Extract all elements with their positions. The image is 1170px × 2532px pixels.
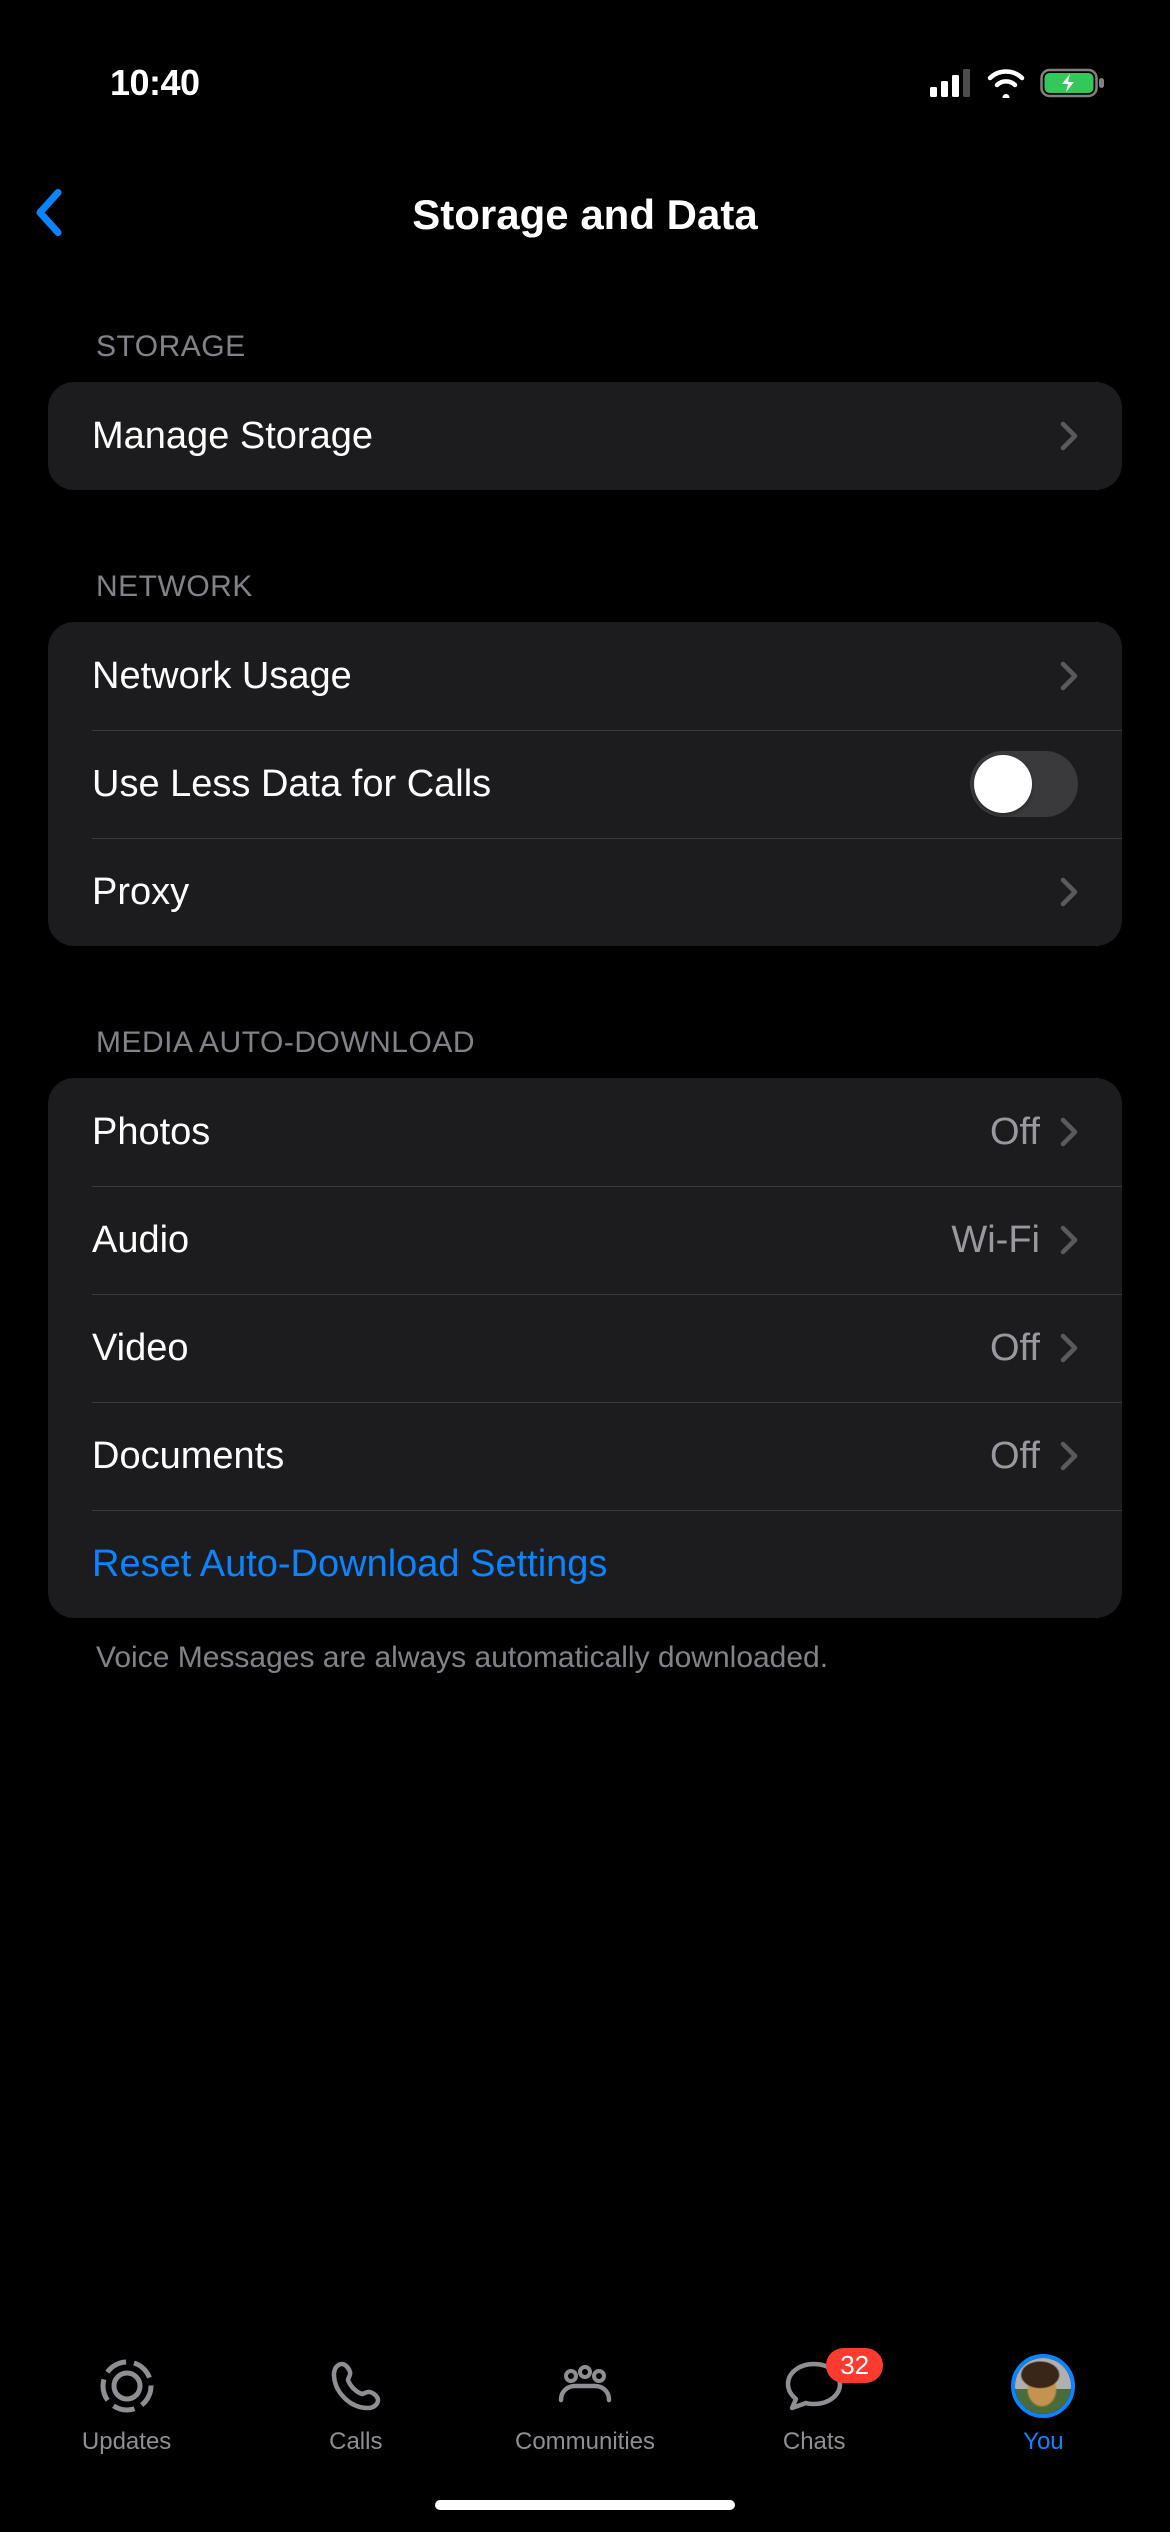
tab-chats[interactable]: 32 Chats <box>700 2354 929 2456</box>
cell-network-usage[interactable]: Network Usage <box>48 622 1122 730</box>
cell-label: Network Usage <box>92 655 1060 698</box>
battery-charging-icon <box>1040 67 1106 99</box>
back-button[interactable] <box>24 179 74 252</box>
tab-updates[interactable]: Updates <box>12 2354 241 2456</box>
cell-label: Photos <box>92 1111 990 1154</box>
group-media: Photos Off Audio Wi-Fi Video Off Documen… <box>48 1078 1122 1618</box>
cell-label: Video <box>92 1327 990 1370</box>
cellular-icon <box>930 69 972 97</box>
cell-label: Reset Auto-Download Settings <box>92 1543 1078 1586</box>
section-header-network: NETWORK <box>48 570 1122 622</box>
tab-label: Updates <box>82 2428 171 2456</box>
cell-label: Audio <box>92 1219 951 1262</box>
group-storage: Manage Storage <box>48 382 1122 490</box>
section-storage: STORAGE Manage Storage <box>48 330 1122 490</box>
chevron-right-icon <box>1060 1117 1078 1147</box>
tab-communities[interactable]: Communities <box>470 2354 699 2456</box>
cell-video[interactable]: Video Off <box>48 1294 1122 1402</box>
cell-photos[interactable]: Photos Off <box>48 1078 1122 1186</box>
tab-you[interactable]: You <box>929 2354 1158 2456</box>
cell-reset-auto-download[interactable]: Reset Auto-Download Settings <box>48 1510 1122 1618</box>
updates-icon <box>95 2354 159 2418</box>
status-icons <box>930 67 1106 99</box>
cell-less-data: Use Less Data for Calls <box>48 730 1122 838</box>
cell-label: Documents <box>92 1435 990 1478</box>
chevron-right-icon <box>1060 1225 1078 1255</box>
chevron-right-icon <box>1060 877 1078 907</box>
cell-value: Wi-Fi <box>951 1219 1040 1262</box>
cell-value: Off <box>990 1111 1040 1154</box>
cell-label: Proxy <box>92 871 1060 914</box>
nav-header: Storage and Data <box>0 160 1170 270</box>
cell-label: Use Less Data for Calls <box>92 763 970 806</box>
home-indicator[interactable] <box>435 2500 735 2510</box>
status-bar: 10:40 <box>0 0 1170 130</box>
cell-label: Manage Storage <box>92 415 1060 458</box>
cell-manage-storage[interactable]: Manage Storage <box>48 382 1122 490</box>
chevron-right-icon <box>1060 661 1078 691</box>
section-media: MEDIA AUTO-DOWNLOAD Photos Off Audio Wi-… <box>48 1026 1122 1679</box>
tab-calls[interactable]: Calls <box>241 2354 470 2456</box>
cell-documents[interactable]: Documents Off <box>48 1402 1122 1510</box>
avatar-image <box>1015 2358 1071 2414</box>
cell-value: Off <box>990 1327 1040 1370</box>
cell-proxy[interactable]: Proxy <box>48 838 1122 946</box>
section-footer-media: Voice Messages are always automatically … <box>48 1618 1122 1679</box>
tab-label: Calls <box>329 2428 382 2456</box>
less-data-switch[interactable] <box>970 751 1078 817</box>
chevron-right-icon <box>1060 421 1078 451</box>
section-header-storage: STORAGE <box>48 330 1122 382</box>
switch-knob <box>974 755 1032 813</box>
chevron-right-icon <box>1060 1441 1078 1471</box>
tab-label: Communities <box>515 2428 655 2456</box>
content-scroll: STORAGE Manage Storage NETWORK Network U… <box>0 330 1170 1759</box>
chats-badge: 32 <box>826 2348 883 2383</box>
tab-label: Chats <box>783 2428 846 2456</box>
cell-audio[interactable]: Audio Wi-Fi <box>48 1186 1122 1294</box>
avatar <box>1011 2354 1075 2418</box>
cell-value: Off <box>990 1435 1040 1478</box>
status-time: 10:40 <box>110 62 200 104</box>
page-title: Storage and Data <box>412 191 757 239</box>
section-header-media: MEDIA AUTO-DOWNLOAD <box>48 1026 1122 1078</box>
chevron-right-icon <box>1060 1333 1078 1363</box>
group-network: Network Usage Use Less Data for Calls Pr… <box>48 622 1122 946</box>
communities-icon <box>553 2354 617 2418</box>
phone-icon <box>324 2354 388 2418</box>
wifi-icon <box>986 68 1026 98</box>
chevron-left-icon <box>34 189 64 237</box>
tab-label: You <box>1023 2428 1064 2456</box>
section-network: NETWORK Network Usage Use Less Data for … <box>48 570 1122 946</box>
